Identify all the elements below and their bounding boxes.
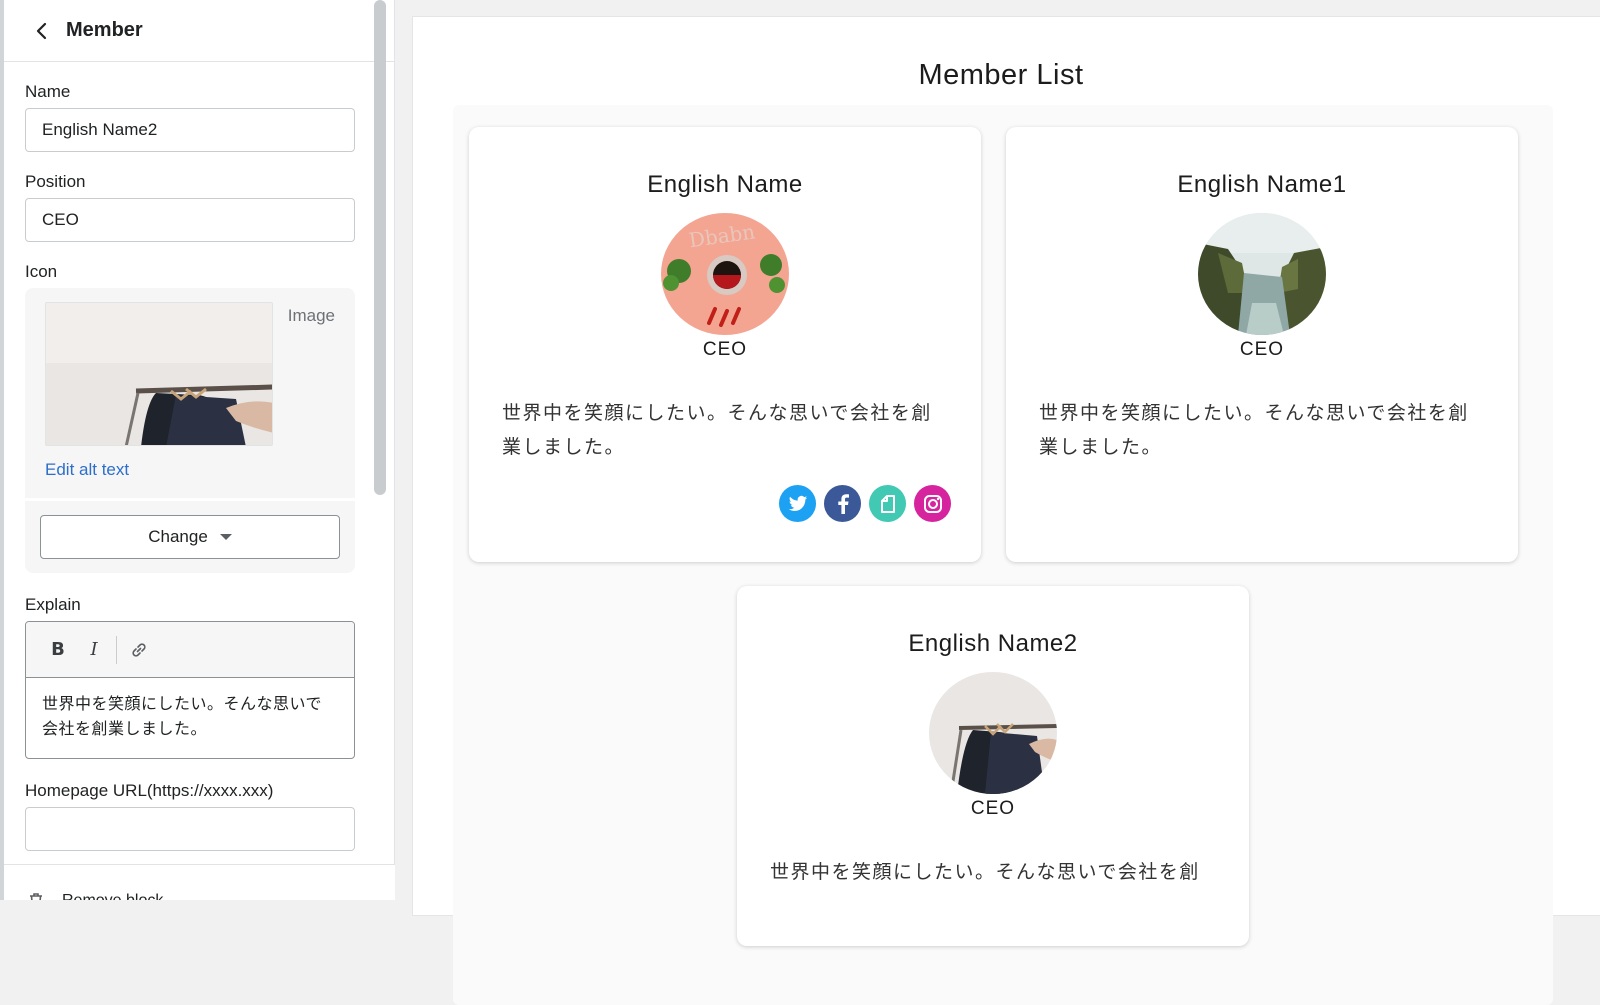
- member-avatar: Dbabn: [661, 213, 789, 335]
- panel-footer: Remove block: [4, 864, 395, 900]
- caret-down-icon: [219, 534, 232, 540]
- explain-rich-text-editor: B I 世界中を笑顔にしたい。そんな思いで会社を創業しました。: [25, 621, 355, 759]
- settings-panel: Member Name English Name2 Position CEO I…: [0, 0, 395, 900]
- bold-button[interactable]: B: [40, 632, 76, 668]
- icon-preview-area: Image Edit alt text: [25, 288, 355, 498]
- store-preview: Member List English Name Dbabn CEO 世界中を笑…: [412, 16, 1600, 1005]
- member-description: 世界中を笑顔にしたい。そんな思いで会社を創業しました。: [1039, 403, 1469, 458]
- instagram-link[interactable]: [914, 485, 951, 522]
- position-field[interactable]: CEO: [25, 198, 355, 242]
- explain-textarea[interactable]: 世界中を笑顔にしたい。そんな思いで会社を創業しました。: [26, 678, 354, 758]
- panel-scrollbar[interactable]: [374, 0, 386, 495]
- section-title: Member List: [918, 59, 1084, 91]
- chevron-left-icon: [36, 22, 47, 39]
- italic-button[interactable]: I: [76, 632, 112, 668]
- member-position: CEO: [970, 798, 1016, 819]
- member-description: 世界中を笑顔にしたい。そんな思いで会社を創業しました。: [502, 403, 932, 458]
- instagram-icon: [923, 494, 942, 513]
- spices-image: Dbabn: [661, 213, 789, 335]
- member-avatar: [929, 672, 1057, 794]
- name-field[interactable]: English Name2: [25, 108, 355, 152]
- member-avatar: [1198, 213, 1326, 335]
- remove-block-label: Remove block: [62, 892, 163, 900]
- panel-title: Member: [66, 19, 143, 41]
- member-card: English Name1 CEO 世界中を笑顔にしたい。そんな思いで会社を創業…: [1006, 127, 1518, 562]
- edit-alt-text-link[interactable]: Edit alt text: [45, 460, 129, 480]
- twitter-icon: [788, 495, 807, 511]
- clothes-rack-image: [46, 303, 272, 445]
- image-type-label: Image: [287, 306, 335, 325]
- member-name: English Name: [647, 171, 803, 198]
- trash-icon: [30, 893, 42, 900]
- explain-label: Explain: [25, 595, 81, 614]
- social-links: [779, 485, 951, 522]
- icon-actions: Change: [25, 498, 355, 573]
- homepage-url-field[interactable]: [25, 807, 355, 851]
- bold-icon: B: [51, 639, 65, 660]
- facebook-icon: [837, 493, 849, 514]
- icon-label: Icon: [25, 262, 58, 281]
- panel-header: Member: [4, 0, 394, 62]
- change-image-button[interactable]: Change: [40, 515, 340, 559]
- facebook-link[interactable]: [824, 485, 861, 522]
- canyon-river-image: [1198, 213, 1326, 335]
- name-label: Name: [25, 82, 71, 101]
- icon-picker: Image Edit alt text Change: [25, 288, 355, 573]
- member-description: 世界中を笑顔にしたい。そんな思いで会社を創: [770, 862, 1200, 883]
- homepage-url-label: Homepage URL(https://xxxx.xxx): [25, 781, 274, 800]
- member-card: English Name2 CEO 世界中を笑顔にしたい。そんな思いで会社を創: [737, 586, 1249, 946]
- toolbar-divider: [116, 635, 117, 664]
- member-card: English Name Dbabn CEO 世界中を笑顔にしたい。そんな思いで…: [469, 127, 981, 562]
- italic-icon: I: [90, 639, 98, 660]
- member-position: CEO: [702, 339, 748, 360]
- back-button[interactable]: [28, 17, 56, 45]
- note-icon: [880, 494, 895, 513]
- position-label: Position: [25, 172, 86, 191]
- member-name: English Name1: [1177, 171, 1347, 198]
- remove-block-button[interactable]: Remove block: [26, 891, 163, 900]
- link-icon: [132, 642, 146, 657]
- editor-toolbar: B I: [26, 622, 354, 678]
- link-button[interactable]: [121, 632, 157, 668]
- clothes-rack-image: [929, 672, 1057, 794]
- member-position: CEO: [1239, 339, 1285, 360]
- icon-image-thumbnail[interactable]: [45, 302, 273, 446]
- note-link[interactable]: [869, 485, 906, 522]
- twitter-link[interactable]: [779, 485, 816, 522]
- change-button-label: Change: [148, 527, 208, 546]
- panel-body: Name English Name2 Position CEO Icon Ima…: [4, 62, 376, 864]
- member-name: English Name2: [908, 630, 1078, 657]
